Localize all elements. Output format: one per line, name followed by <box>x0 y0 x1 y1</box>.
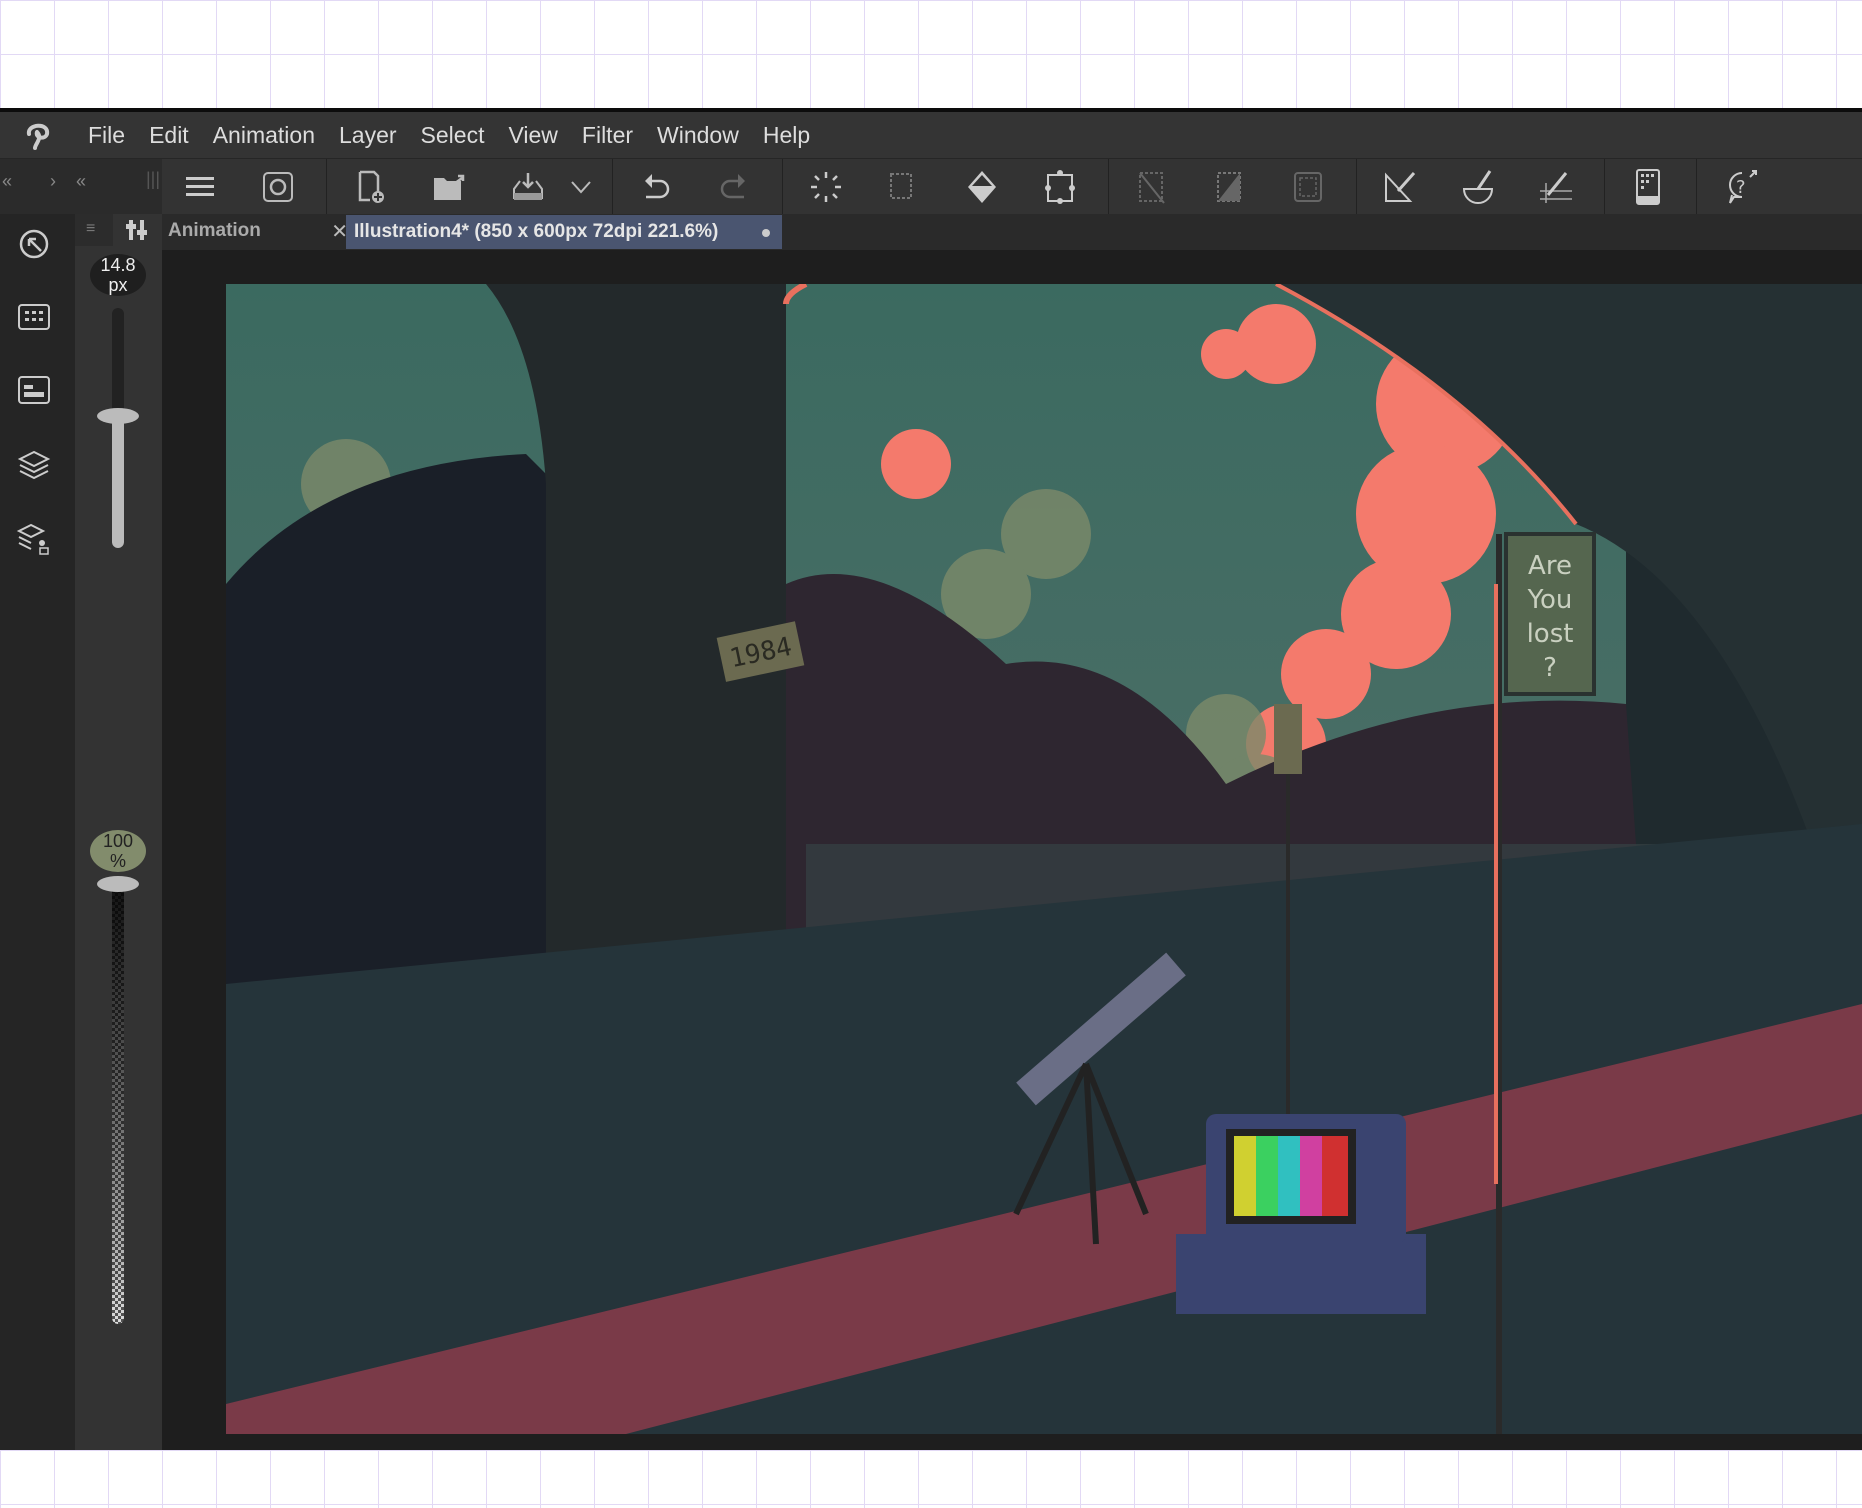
sign-text: Are <box>1528 551 1572 581</box>
retro-computer <box>1176 1114 1426 1314</box>
collapse-panel-icon[interactable]: « <box>76 171 86 192</box>
clip-studio-logo-icon[interactable] <box>0 120 76 150</box>
document-tab-bar: Animation ✕ Illustration4* (850 x 600px 7… <box>162 214 1862 250</box>
tab-animation[interactable]: Animation ✕ <box>162 214 348 250</box>
fill-icon[interactable] <box>962 169 1002 205</box>
panel-menu-icon[interactable]: ≡ <box>86 220 95 238</box>
background-grid-top <box>0 0 1862 108</box>
canvas-area[interactable]: 1984 Are You lost ? <box>162 250 1862 1454</box>
menu-window[interactable]: Window <box>645 122 751 149</box>
brush-ruler-icon[interactable] <box>1458 169 1498 205</box>
opacity-unit: % <box>109 851 126 871</box>
new-file-icon[interactable] <box>352 169 392 205</box>
brush-size-badge: 14.8 px <box>90 254 146 296</box>
menu-animation[interactable]: Animation <box>201 122 327 149</box>
layer-property-icon[interactable] <box>14 370 54 410</box>
background-grid-bottom <box>0 1450 1862 1508</box>
navigator-icon[interactable] <box>14 224 54 264</box>
illustration-canvas[interactable]: 1984 Are You lost ? <box>226 284 1862 1434</box>
layer-search-icon[interactable] <box>14 518 54 558</box>
brush-slider-panel: ≡ 14.8 px 100% <box>75 214 162 1454</box>
left-icon-column <box>0 214 75 1454</box>
sign-text: lost <box>1527 619 1574 649</box>
panel-grip-icon[interactable]: ||| <box>146 169 160 190</box>
ruler-icon[interactable] <box>1380 169 1420 205</box>
clear-selection-icon[interactable] <box>1132 169 1172 205</box>
opacity-badge: 100% <box>90 830 146 872</box>
tab-label: Illustration4* (850 x 600px 72dpi 221.6%… <box>354 221 719 242</box>
save-icon[interactable] <box>508 169 548 205</box>
select-area-icon[interactable] <box>1288 169 1328 205</box>
material-icon[interactable] <box>14 296 54 336</box>
select-more-icon[interactable] <box>884 169 924 205</box>
sign-text: ? <box>1543 653 1557 683</box>
brush-size-slider-thumb[interactable] <box>97 408 139 424</box>
save-dropdown-icon[interactable] <box>566 169 596 205</box>
menu-help[interactable]: Help <box>751 122 822 149</box>
toolbar: « › « ||| ? <box>0 158 1862 215</box>
menu-bar: File Edit Animation Layer Select View Fi… <box>0 112 1862 158</box>
clip-studio-icon[interactable] <box>258 169 298 205</box>
transform-icon[interactable] <box>1040 169 1080 205</box>
open-file-icon[interactable] <box>430 169 470 205</box>
app-window: File Edit Animation Layer Select View Fi… <box>0 108 1862 1454</box>
menu-icon[interactable] <box>180 169 220 205</box>
slider-tab-icon[interactable] <box>113 214 162 248</box>
unsaved-dot-icon <box>762 229 770 237</box>
redo-icon[interactable] <box>714 169 754 205</box>
layers-icon[interactable] <box>14 444 54 484</box>
grid-ruler-icon[interactable] <box>1536 169 1576 205</box>
menu-select[interactable]: Select <box>409 122 497 149</box>
menu-view[interactable]: View <box>496 122 569 149</box>
help-icon[interactable]: ? <box>1722 169 1762 205</box>
menu-edit[interactable]: Edit <box>137 122 201 149</box>
expand-right-icon[interactable]: › <box>50 171 56 192</box>
brush-size-slider-fill <box>112 416 124 548</box>
smartphone-icon[interactable] <box>1628 169 1668 205</box>
tab-illustration4[interactable]: Illustration4* (850 x 600px 72dpi 221.6%… <box>346 215 782 249</box>
sign-text: You <box>1527 585 1573 615</box>
undo-icon[interactable] <box>636 169 676 205</box>
menu-filter[interactable]: Filter <box>570 122 645 149</box>
menu-file[interactable]: File <box>76 122 137 149</box>
brush-size-value: 14.8 <box>100 255 136 275</box>
collapse-left-icon[interactable]: « <box>2 171 12 192</box>
brush-size-unit: px <box>108 275 128 295</box>
menu-layer[interactable]: Layer <box>327 122 409 149</box>
opacity-slider-thumb[interactable] <box>97 876 139 892</box>
svg-text:?: ? <box>1736 177 1746 198</box>
invert-selection-icon[interactable] <box>1210 169 1250 205</box>
loading-icon[interactable] <box>806 169 846 205</box>
opacity-value: 100 <box>102 831 134 851</box>
tab-label: Animation <box>168 220 261 241</box>
panel-controls: « › « ||| <box>0 159 162 215</box>
